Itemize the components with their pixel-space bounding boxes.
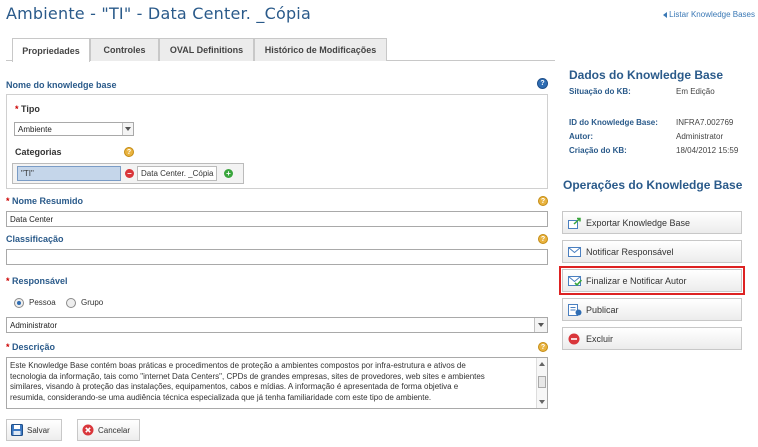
category-chip: Data Center. _Cópia	[137, 166, 217, 181]
responsible-select-value: Administrator	[10, 320, 58, 330]
category-chip: "TI"	[17, 166, 121, 181]
status-value: Em Edição	[676, 87, 715, 96]
help-icon[interactable]: ?	[538, 342, 548, 352]
created-value: 18/04/2012 15:59	[676, 146, 739, 155]
tab-controls[interactable]: Controles	[90, 38, 159, 61]
save-label: Salvar	[27, 425, 50, 435]
tab-oval-definitions[interactable]: OVAL Definitions	[159, 38, 254, 61]
save-icon	[11, 424, 23, 436]
operations-title: Operações do Knowledge Base	[563, 178, 743, 192]
page-title: Ambiente - "TI" - Data Center. _Cópia	[6, 4, 311, 23]
kb-id-value: INFRA7.002769	[676, 118, 734, 127]
description-scrollbar[interactable]	[536, 358, 547, 408]
description-line: tecnologia da informação, tais como "int…	[10, 371, 485, 381]
description-line: resumida, considerando-se uma audiência …	[10, 392, 432, 402]
scroll-up-icon	[539, 362, 545, 366]
add-icon[interactable]: +	[224, 169, 233, 178]
delete-label: Excluir	[586, 333, 614, 344]
type-label: * Tipo	[15, 104, 40, 114]
description-label: * Descrição	[6, 342, 56, 352]
finalize-notify-author-label: Finalizar e Notificar Autor	[586, 275, 687, 286]
finalize-notify-author-button[interactable]: Finalizar e Notificar Autor	[559, 266, 745, 295]
categories-label: Categorias	[15, 147, 62, 157]
help-icon[interactable]: ?	[538, 234, 548, 244]
cancel-label: Cancelar	[98, 425, 131, 435]
responsible-select[interactable]: Administrator	[6, 317, 548, 333]
type-select[interactable]: Ambiente	[14, 122, 134, 136]
back-arrow-icon	[663, 11, 668, 18]
author-value: Administrator	[676, 132, 724, 141]
scroll-down-icon	[539, 400, 545, 404]
type-select-value: Ambiente	[18, 124, 52, 134]
tab-bar: Propriedades Controles OVAL Definitions …	[6, 38, 555, 62]
cancel-icon	[82, 424, 94, 436]
created-label: Criação do KB:	[569, 146, 627, 155]
publish-button[interactable]: Publicar	[562, 298, 742, 321]
delete-button[interactable]: Excluir	[562, 327, 742, 350]
notify-responsible-label: Notificar Responsável	[586, 246, 674, 257]
envelope-check-icon	[568, 275, 583, 287]
category-path: "TI" – Data Center. _Cópia +	[12, 163, 244, 184]
delete-icon	[568, 333, 582, 345]
help-icon[interactable]: ?	[538, 196, 548, 206]
category-chip-label: "TI"	[21, 169, 34, 178]
envelope-icon	[568, 246, 582, 258]
cancel-button[interactable]: Cancelar	[77, 419, 140, 441]
kb-name-label: Nome do knowledge base	[6, 80, 117, 90]
short-name-label: * Nome Resumido	[6, 196, 84, 206]
list-knowledge-bases-label: Listar Knowledge Bases	[669, 10, 755, 19]
notify-responsible-button[interactable]: Notificar Responsável	[562, 240, 742, 263]
author-label: Autor:	[569, 132, 593, 141]
group-radio-label: Grupo	[81, 298, 104, 307]
short-name-input[interactable]: Data Center	[6, 211, 548, 227]
export-kb-label: Exportar Knowledge Base	[586, 217, 691, 228]
tab-change-history[interactable]: Histórico de Modificações	[254, 38, 387, 61]
tab-properties[interactable]: Propriedades	[12, 38, 90, 62]
description-textarea[interactable]: Este Knowledge Base contém boas práticas…	[6, 357, 548, 409]
chevron-down-icon	[534, 318, 547, 332]
chevron-down-icon	[122, 123, 133, 135]
publish-icon	[568, 303, 582, 316]
classification-input[interactable]	[6, 249, 548, 265]
kb-data-title: Dados do Knowledge Base	[569, 68, 724, 82]
kb-id-label: ID do Knowledge Base:	[569, 118, 658, 127]
description-line: similares, visando à proteção das instal…	[10, 382, 459, 391]
person-radio-label: Pessoa	[29, 298, 56, 307]
scroll-thumb[interactable]	[538, 376, 546, 388]
export-icon	[568, 217, 582, 229]
classification-label: Classificação	[6, 234, 64, 244]
remove-icon[interactable]: –	[125, 169, 134, 178]
category-chip-label: Data Center. _Cópia	[141, 169, 214, 178]
description-line: Este Knowledge Base contém boas práticas…	[10, 361, 466, 370]
list-knowledge-bases-link[interactable]: Listar Knowledge Bases	[663, 10, 755, 19]
export-kb-button[interactable]: Exportar Knowledge Base	[562, 211, 742, 234]
status-label: Situação do KB:	[569, 87, 631, 96]
help-icon[interactable]: ?	[124, 147, 134, 157]
responsible-label: * Responsável	[6, 276, 68, 286]
publish-label: Publicar	[586, 304, 619, 315]
help-icon[interactable]: ?	[537, 78, 548, 89]
person-radio[interactable]	[14, 298, 24, 308]
save-button[interactable]: Salvar	[6, 419, 62, 441]
group-radio[interactable]	[66, 298, 76, 308]
